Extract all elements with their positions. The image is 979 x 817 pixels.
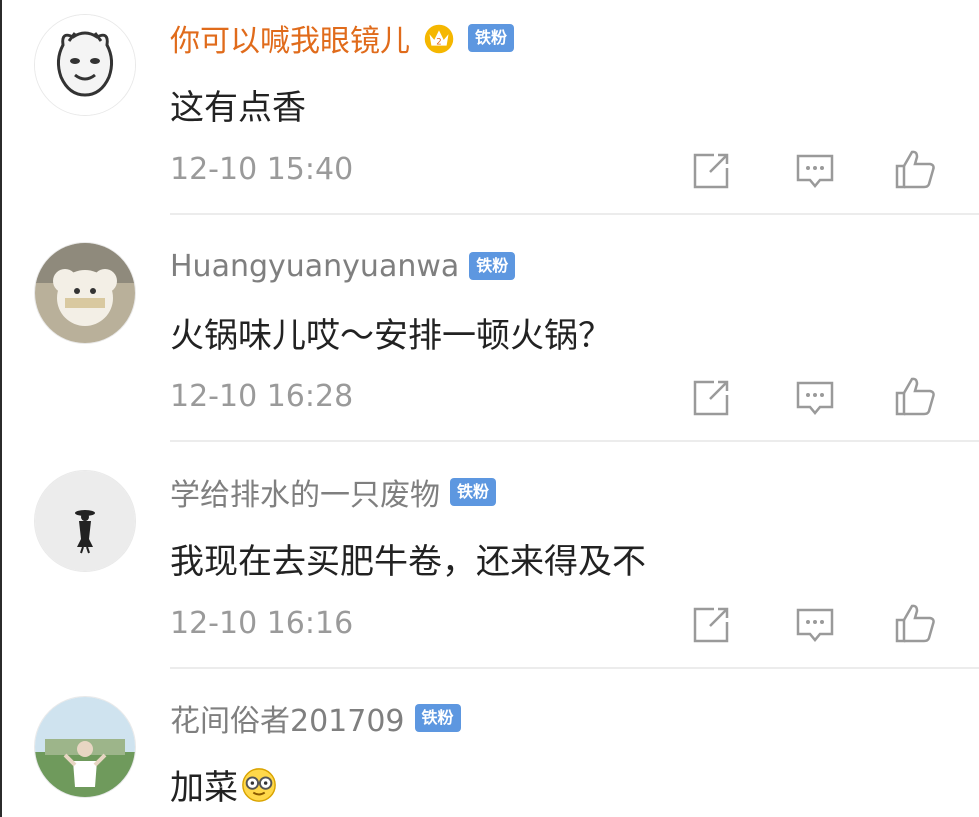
- comment-text-content: 加菜: [170, 768, 238, 808]
- name-row: 花间俗者201709 铁粉: [170, 696, 461, 740]
- comment-time: 12-10 15:40: [170, 152, 354, 187]
- thumbs-up-icon[interactable]: [892, 600, 938, 646]
- avatar[interactable]: [34, 696, 136, 798]
- comment-bubble-icon[interactable]: [792, 148, 838, 194]
- share-square-icon[interactable]: [688, 148, 734, 194]
- divider: [170, 667, 979, 669]
- plush-toy-avatar-icon: [35, 243, 135, 343]
- comment-text: 这有点香: [170, 88, 306, 128]
- fan-badge: 铁粉: [450, 478, 497, 506]
- divider: [170, 213, 979, 215]
- cartoon-face-avatar-icon: [35, 15, 135, 115]
- username[interactable]: 学给排水的一只废物: [170, 470, 440, 514]
- avatar[interactable]: [34, 14, 136, 116]
- share-square-icon[interactable]: [688, 602, 734, 648]
- thumbs-up-icon[interactable]: [892, 146, 938, 192]
- comment-text: 火锅味儿哎～安排一顿火锅？: [170, 316, 612, 356]
- fan-badge: 铁粉: [469, 252, 516, 280]
- comment-time: 12-10 16:16: [170, 606, 354, 641]
- fan-badge: 铁粉: [468, 24, 515, 52]
- comment-time: 12-10 16:28: [170, 379, 354, 414]
- username[interactable]: 花间俗者201709: [170, 696, 405, 740]
- comment-bubble-icon[interactable]: [792, 602, 838, 648]
- crown-vip-icon[interactable]: 2: [420, 19, 458, 57]
- share-square-icon[interactable]: [688, 375, 734, 421]
- fan-badge: 铁粉: [414, 704, 461, 732]
- glasses-smile-emoji: [242, 767, 276, 802]
- name-row: 你可以喊我眼镜儿 2 铁粉: [170, 16, 515, 60]
- comment-text: 我现在去买肥牛卷，还来得及不: [170, 542, 646, 582]
- ink-figure-avatar-icon: [35, 471, 135, 571]
- name-row: Huangyuanyuanwa 铁粉: [170, 246, 516, 286]
- outdoor-photo-avatar-icon: [35, 697, 135, 797]
- avatar[interactable]: [34, 242, 136, 344]
- username[interactable]: 你可以喊我眼镜儿: [170, 16, 410, 60]
- divider: [170, 440, 979, 442]
- name-row: 学给排水的一只废物 铁粉: [170, 470, 497, 514]
- left-frame-edge: [0, 0, 2, 817]
- thumbs-up-icon[interactable]: [892, 373, 938, 419]
- avatar[interactable]: [34, 470, 136, 572]
- comment-text: 加菜: [170, 760, 278, 809]
- comment-bubble-icon[interactable]: [792, 375, 838, 421]
- username[interactable]: Huangyuanyuanwa: [170, 249, 459, 284]
- svg-text:2: 2: [436, 38, 441, 48]
